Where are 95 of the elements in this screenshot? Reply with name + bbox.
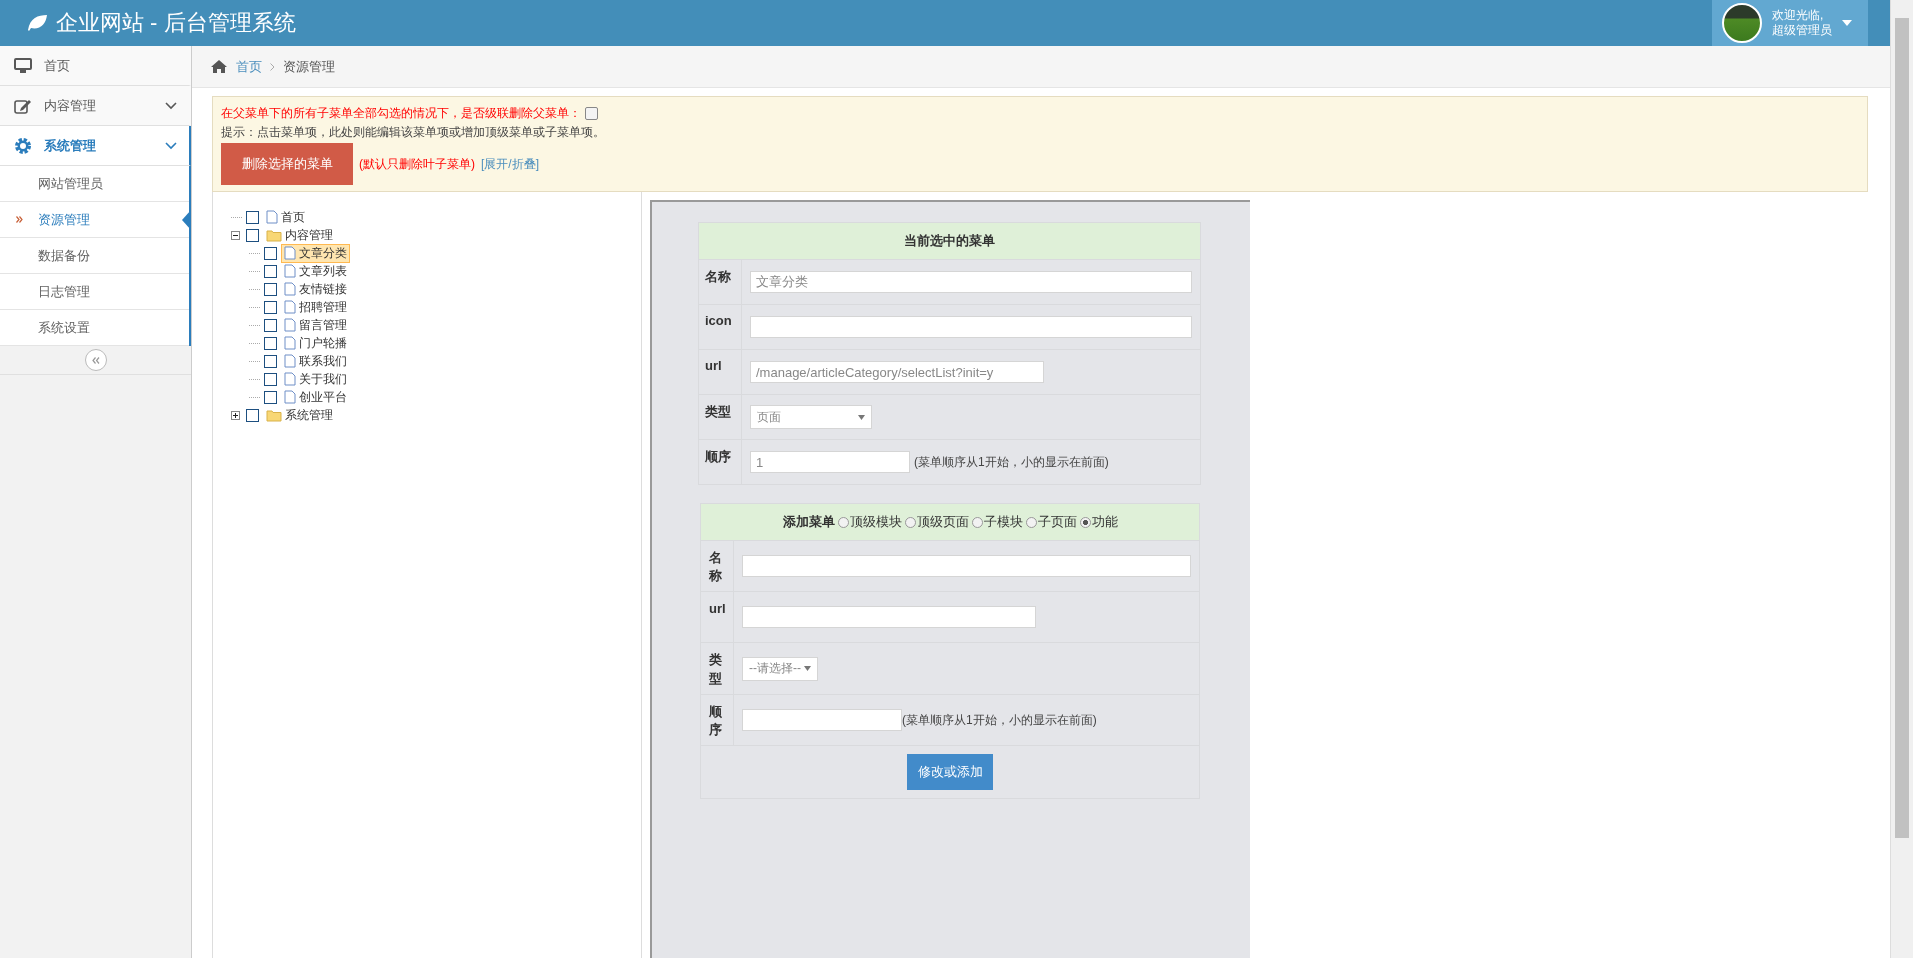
tree-checkbox[interactable] (264, 282, 277, 296)
folder-icon (266, 408, 282, 422)
tree-node[interactable]: 首页 (263, 207, 308, 227)
document-icon (284, 354, 296, 368)
tree-checkbox[interactable] (264, 390, 277, 404)
hint-text: 提示：点击菜单项，此处则能编辑该菜单项或增加顶级菜单或子菜单项。 (221, 124, 606, 141)
caret-icon (804, 666, 811, 672)
submenu-item[interactable]: 网站管理员 (0, 166, 189, 202)
document-icon (266, 210, 278, 224)
input-field[interactable] (742, 708, 902, 731)
folder-icon (266, 228, 282, 242)
document-icon (284, 300, 296, 314)
tree-node[interactable]: 招聘管理 (281, 297, 350, 317)
order-hint: (菜单顺序从1开始，小的显示在前面) (914, 454, 1109, 469)
type-select[interactable]: 页面 (750, 405, 872, 429)
cascade-question: 在父菜单下的所有子菜单全部勾选的情况下，是否级联删除父菜单： (221, 105, 581, 122)
tree-node[interactable]: 关于我们 (281, 369, 350, 389)
tree-node[interactable]: 创业平台 (281, 387, 350, 407)
field-label: 类型 (698, 394, 742, 440)
double-chevron-icon (91, 356, 100, 364)
field-label: url (698, 349, 742, 395)
radio-option[interactable]: 功能 (1079, 513, 1118, 531)
cascade-checkbox[interactable] (585, 107, 598, 120)
greeting-text: 欢迎光临, (1772, 8, 1825, 23)
app-title: 企业网站 - 后台管理系统 (56, 9, 296, 37)
field-label: 类型 (709, 651, 722, 688)
submit-button[interactable]: 修改或添加 (907, 754, 993, 791)
input-field[interactable] (742, 555, 1191, 578)
tree-checkbox[interactable] (264, 246, 277, 260)
avatar-photo (1722, 3, 1762, 43)
home-icon (210, 59, 228, 74)
tree-node[interactable]: 系统管理 (263, 405, 336, 425)
submenu-item[interactable]: 日志管理 (0, 274, 189, 310)
caret-icon (1842, 20, 1852, 26)
tree-checkbox[interactable] (246, 408, 259, 422)
document-icon (284, 372, 296, 386)
document-icon (284, 282, 296, 296)
toggle-link[interactable]: [展开/折叠] (481, 155, 539, 173)
input-field[interactable] (750, 316, 1192, 338)
leaf-icon (26, 14, 48, 32)
field-label: url (709, 600, 726, 619)
gear-icon (14, 136, 32, 155)
sidebar-item[interactable]: 首页 (0, 46, 191, 86)
input-field[interactable]: 1 (750, 451, 910, 473)
input-field[interactable]: 文章分类 (750, 271, 1192, 293)
user-name: 超级管理员 (1772, 23, 1832, 38)
tree-checkbox[interactable] (246, 210, 259, 224)
field-label: 顺序 (709, 702, 722, 739)
chevron-icon (270, 62, 275, 71)
double-chevron-icon (16, 216, 23, 223)
tree-checkbox[interactable] (264, 318, 277, 332)
type-select[interactable]: --请选择-- (742, 656, 818, 681)
order-hint: (菜单顺序从1开始，小的显示在前面) (902, 712, 1097, 727)
caret-icon (858, 414, 865, 420)
form-heading: 当前选中的菜单 (698, 222, 1201, 260)
tree-node[interactable]: 门户轮播 (281, 333, 350, 353)
tree-checkbox[interactable] (264, 372, 277, 386)
tree-checkbox[interactable] (264, 264, 277, 278)
field-label: 名称 (709, 549, 722, 586)
radio-option[interactable]: 顶级模块 (837, 513, 902, 531)
chevron-icon (165, 141, 177, 150)
input-field[interactable]: /manage/articleCategory/selectList?init=y (750, 361, 1044, 383)
monitor-icon (14, 57, 32, 74)
tree-node[interactable]: 文章列表 (281, 261, 350, 281)
document-icon (284, 318, 296, 332)
scrollbar[interactable] (1890, 0, 1913, 958)
sidebar-item[interactable]: 系统管理 (0, 126, 191, 166)
tree-checkbox[interactable] (264, 336, 277, 350)
tree-node[interactable]: 内容管理 (263, 225, 336, 245)
document-icon (284, 336, 296, 350)
field-label: 名称 (698, 259, 742, 305)
radio-option[interactable]: 子模块 (971, 513, 1023, 531)
field-label: icon (698, 304, 742, 350)
tree-node[interactable]: 留言管理 (281, 315, 350, 335)
submenu-item[interactable]: 数据备份 (0, 238, 189, 274)
field-label: 顺序 (698, 439, 742, 485)
delete-button[interactable]: 删除选择的菜单 (221, 143, 353, 185)
radio-option[interactable]: 子页面 (1025, 513, 1077, 531)
radio-option[interactable]: 顶级页面 (904, 513, 969, 531)
tree-checkbox[interactable] (246, 228, 259, 242)
tree-checkbox[interactable] (264, 300, 277, 314)
document-icon (284, 264, 296, 278)
document-icon (284, 390, 296, 404)
input-field[interactable] (742, 606, 1036, 629)
form-heading: 添加菜单 (782, 513, 835, 531)
breadcrumb-current: 资源管理 (283, 57, 335, 76)
chevron-icon (165, 101, 177, 110)
sidebar-item[interactable]: 内容管理 (0, 86, 191, 126)
document-icon (284, 246, 296, 260)
tree-checkbox[interactable] (264, 354, 277, 368)
edit-icon (14, 97, 32, 114)
tree-node[interactable]: 文章分类 (281, 243, 350, 263)
tree-node[interactable]: 友情链接 (281, 279, 350, 299)
tree-node[interactable]: 联系我们 (281, 351, 350, 371)
note-text: (默认只删除叶子菜单) (359, 155, 475, 173)
